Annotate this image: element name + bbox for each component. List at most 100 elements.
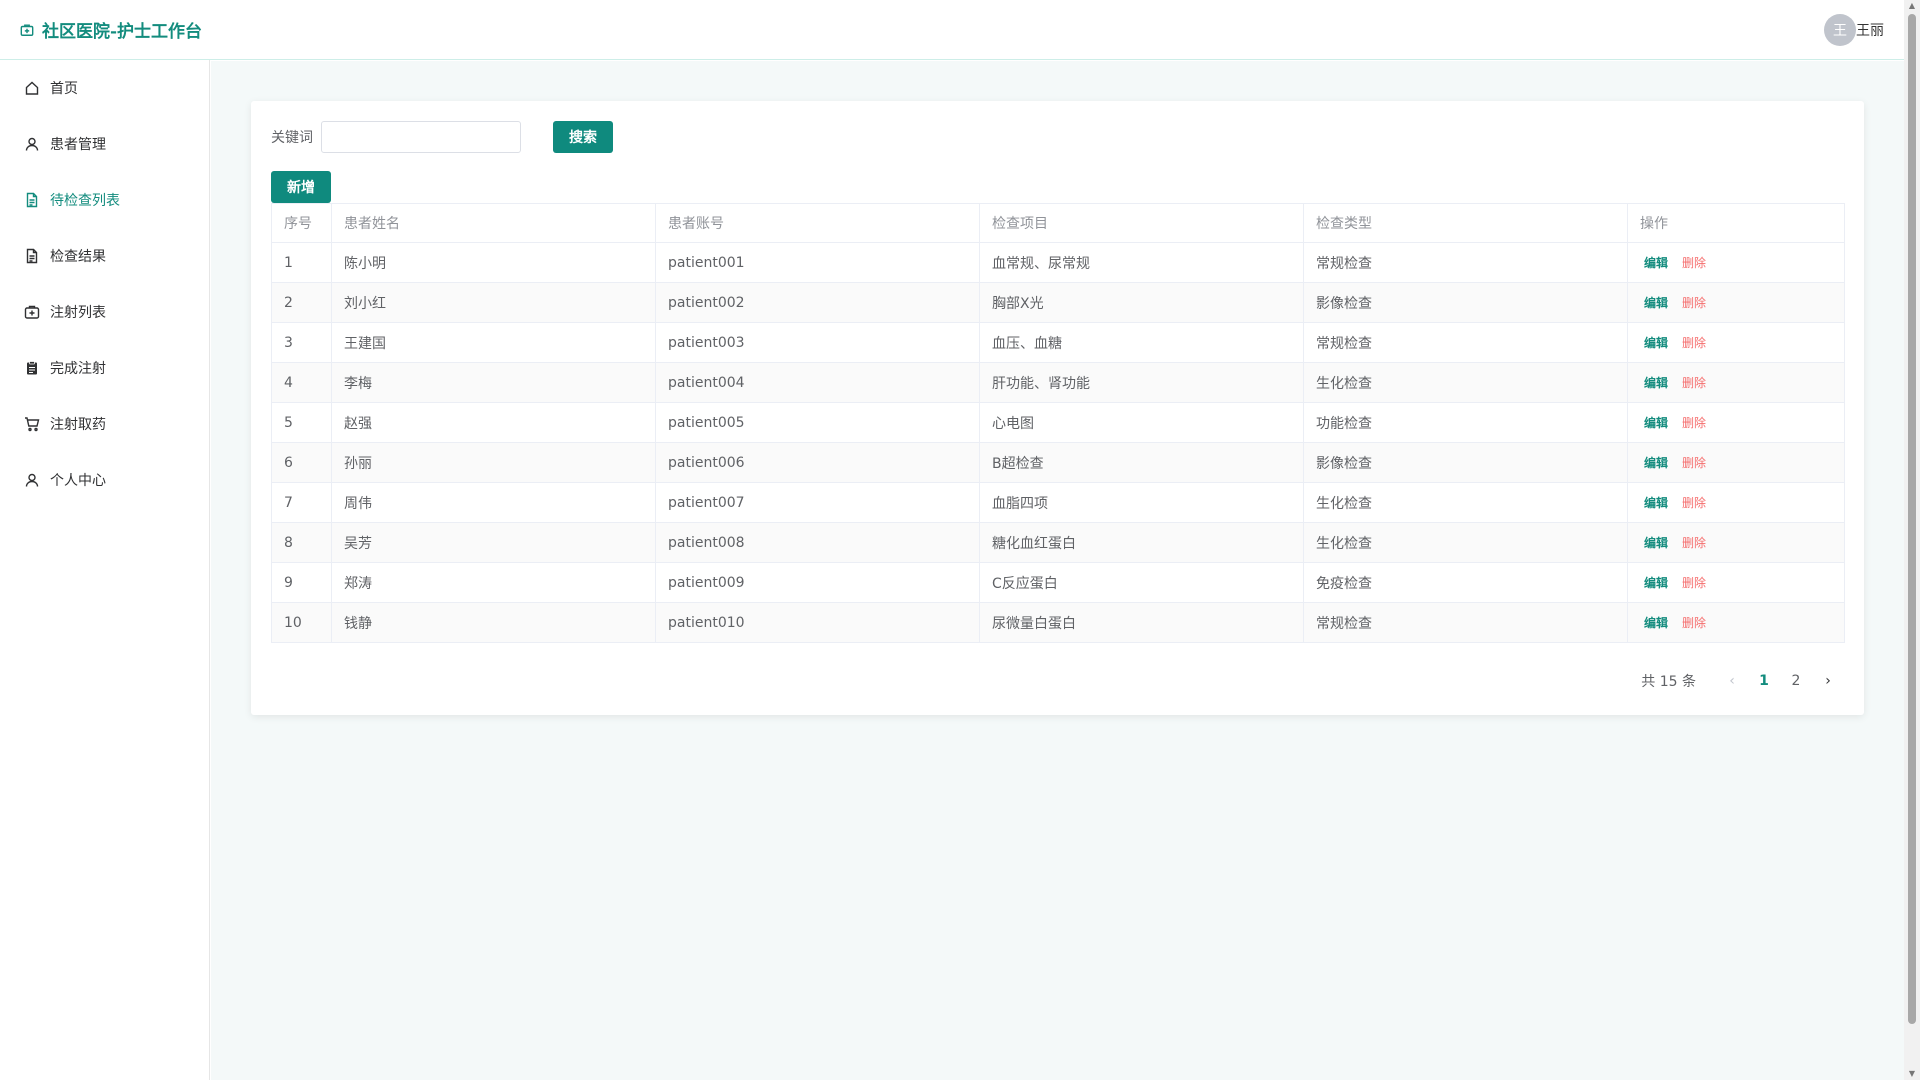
page-scrollbar[interactable]: ▲ ▼: [1904, 0, 1920, 1080]
cell-patient-name: 周伟: [331, 482, 656, 523]
prev-page-icon[interactable]: ‹: [1716, 673, 1748, 689]
cell-exam-item: C反应蛋白: [979, 562, 1304, 603]
app-title: 社区医院-护士工作台: [42, 22, 203, 42]
cell-index: 8: [271, 522, 332, 563]
sidebar-item-label: 患者管理: [50, 137, 106, 153]
delete-button[interactable]: 删除: [1682, 376, 1706, 390]
first-aid-icon: [24, 305, 40, 319]
edit-button[interactable]: 编辑: [1644, 576, 1668, 590]
column-header-patient-account: 患者账号: [655, 203, 980, 243]
edit-button[interactable]: 编辑: [1644, 496, 1668, 510]
cell-exam-type: 功能检查: [1303, 402, 1628, 443]
table-row: 7 周伟 patient007 血脂四项 生化检查 编辑 删除: [271, 482, 1845, 523]
delete-button[interactable]: 删除: [1682, 296, 1706, 310]
avatar[interactable]: 王: [1824, 13, 1856, 46]
search-label: 关键词: [271, 130, 313, 146]
add-button[interactable]: 新增: [271, 171, 331, 203]
cell-patient-name: 陈小明: [331, 242, 656, 283]
cell-index: 6: [271, 442, 332, 483]
clipboard-icon: [27, 361, 37, 375]
sidebar-item-label: 注射列表: [50, 305, 106, 321]
search-button[interactable]: 搜索: [553, 121, 613, 153]
edit-button[interactable]: 编辑: [1644, 296, 1668, 310]
edit-button[interactable]: 编辑: [1644, 616, 1668, 630]
delete-button[interactable]: 删除: [1682, 336, 1706, 350]
table-header: 序号 患者姓名 患者账号 检查项目 检查类型 操作: [271, 203, 1845, 243]
sidebar-item-profile[interactable]: 个人中心: [0, 452, 209, 508]
cell-actions: 编辑 删除: [1627, 242, 1845, 283]
table-row: 5 赵强 patient005 心电图 功能检查 编辑 删除: [271, 402, 1845, 443]
edit-button[interactable]: 编辑: [1644, 416, 1668, 430]
cell-exam-type: 影像检查: [1303, 282, 1628, 323]
sidebar-item-pending-exams[interactable]: 待检查列表: [0, 172, 209, 228]
scroll-up-icon[interactable]: ▲: [1908, 2, 1916, 10]
cell-exam-item: 血常规、尿常规: [979, 242, 1304, 283]
table-row: 2 刘小红 patient002 胸部X光 影像检查 编辑 删除: [271, 282, 1845, 323]
cell-patient-name: 吴芳: [331, 522, 656, 563]
cell-index: 4: [271, 362, 332, 403]
edit-button[interactable]: 编辑: [1644, 456, 1668, 470]
delete-button[interactable]: 删除: [1682, 576, 1706, 590]
table-row: 6 孙丽 patient006 B超检查 影像检查 编辑 删除: [271, 442, 1845, 483]
cell-exam-item: 血压、血糖: [979, 322, 1304, 363]
table-body: 1 陈小明 patient001 血常规、尿常规 常规检查 编辑 删除 2 刘小红 patient…: [271, 242, 1845, 643]
table-row: 9 郑涛 patient009 C反应蛋白 免疫检查 编辑 删除: [271, 562, 1845, 603]
cell-actions: 编辑 删除: [1627, 602, 1845, 643]
column-header-patient-name: 患者姓名: [331, 203, 656, 243]
page-2[interactable]: 2: [1780, 673, 1812, 689]
edit-button[interactable]: 编辑: [1644, 336, 1668, 350]
cell-actions: 编辑 删除: [1627, 402, 1845, 443]
cell-patient-name: 钱静: [331, 602, 656, 643]
sidebar-item-patients[interactable]: 患者管理: [0, 116, 209, 172]
edit-button[interactable]: 编辑: [1644, 376, 1668, 390]
sidebar-item-label: 检查结果: [50, 249, 106, 265]
cell-patient-name: 王建国: [331, 322, 656, 363]
sidebar-item-label: 待检查列表: [50, 193, 120, 209]
user-menu[interactable]: 王 王丽: [1824, 13, 1884, 46]
cart-icon: [25, 417, 40, 432]
delete-button[interactable]: 删除: [1682, 416, 1706, 430]
table-row: 8 吴芳 patient008 糖化血红蛋白 生化检查 编辑 删除: [271, 522, 1845, 563]
cell-exam-item: 胸部X光: [979, 282, 1304, 323]
delete-button[interactable]: 删除: [1682, 536, 1706, 550]
document-icon: [26, 192, 38, 208]
user-icon: [25, 473, 39, 487]
delete-button[interactable]: 删除: [1682, 456, 1706, 470]
search-bar: 关键词 搜索: [271, 121, 1844, 153]
user-name[interactable]: 王丽: [1856, 20, 1884, 40]
sidebar-item-home[interactable]: 首页: [0, 60, 209, 116]
search-input[interactable]: [321, 121, 521, 153]
cell-exam-item: 肝功能、肾功能: [979, 362, 1304, 403]
cell-index: 5: [271, 402, 332, 443]
delete-button[interactable]: 删除: [1682, 616, 1706, 630]
delete-button[interactable]: 删除: [1682, 256, 1706, 270]
cell-exam-item: 糖化血红蛋白: [979, 522, 1304, 563]
sidebar-item-injections[interactable]: 注射列表: [0, 284, 209, 340]
cell-actions: 编辑 删除: [1627, 482, 1845, 523]
edit-button[interactable]: 编辑: [1644, 536, 1668, 550]
sidebar-item-medicine-pickup[interactable]: 注射取药: [0, 396, 209, 452]
cell-index: 1: [271, 242, 332, 283]
scroll-down-icon[interactable]: ▼: [1908, 1070, 1916, 1078]
cell-patient-account: patient006: [655, 442, 980, 483]
cell-patient-account: patient001: [655, 242, 980, 283]
next-page-icon[interactable]: ›: [1812, 673, 1844, 689]
cell-index: 2: [271, 282, 332, 323]
cell-patient-name: 郑涛: [331, 562, 656, 603]
cell-patient-name: 孙丽: [331, 442, 656, 483]
delete-button[interactable]: 删除: [1682, 496, 1706, 510]
list-card: 关键词 搜索 新增 序号 患者姓名 患者账号 检查项目 检查类型 操作 1 陈小明…: [251, 101, 1864, 715]
edit-button[interactable]: 编辑: [1644, 256, 1668, 270]
cell-exam-type: 常规检查: [1303, 602, 1628, 643]
page-1[interactable]: 1: [1748, 673, 1780, 689]
sidebar-item-label: 首页: [50, 81, 78, 97]
sidebar-item-completed-injections[interactable]: 完成注射: [0, 340, 209, 396]
scrollbar-thumb[interactable]: [1908, 14, 1916, 1024]
sidebar-item-label: 完成注射: [50, 361, 106, 377]
column-header-index: 序号: [271, 203, 332, 243]
sidebar-item-exam-results[interactable]: 检查结果: [0, 228, 209, 284]
cell-patient-name: 刘小红: [331, 282, 656, 323]
cell-patient-account: patient009: [655, 562, 980, 603]
cell-index: 9: [271, 562, 332, 603]
cell-patient-name: 赵强: [331, 402, 656, 443]
